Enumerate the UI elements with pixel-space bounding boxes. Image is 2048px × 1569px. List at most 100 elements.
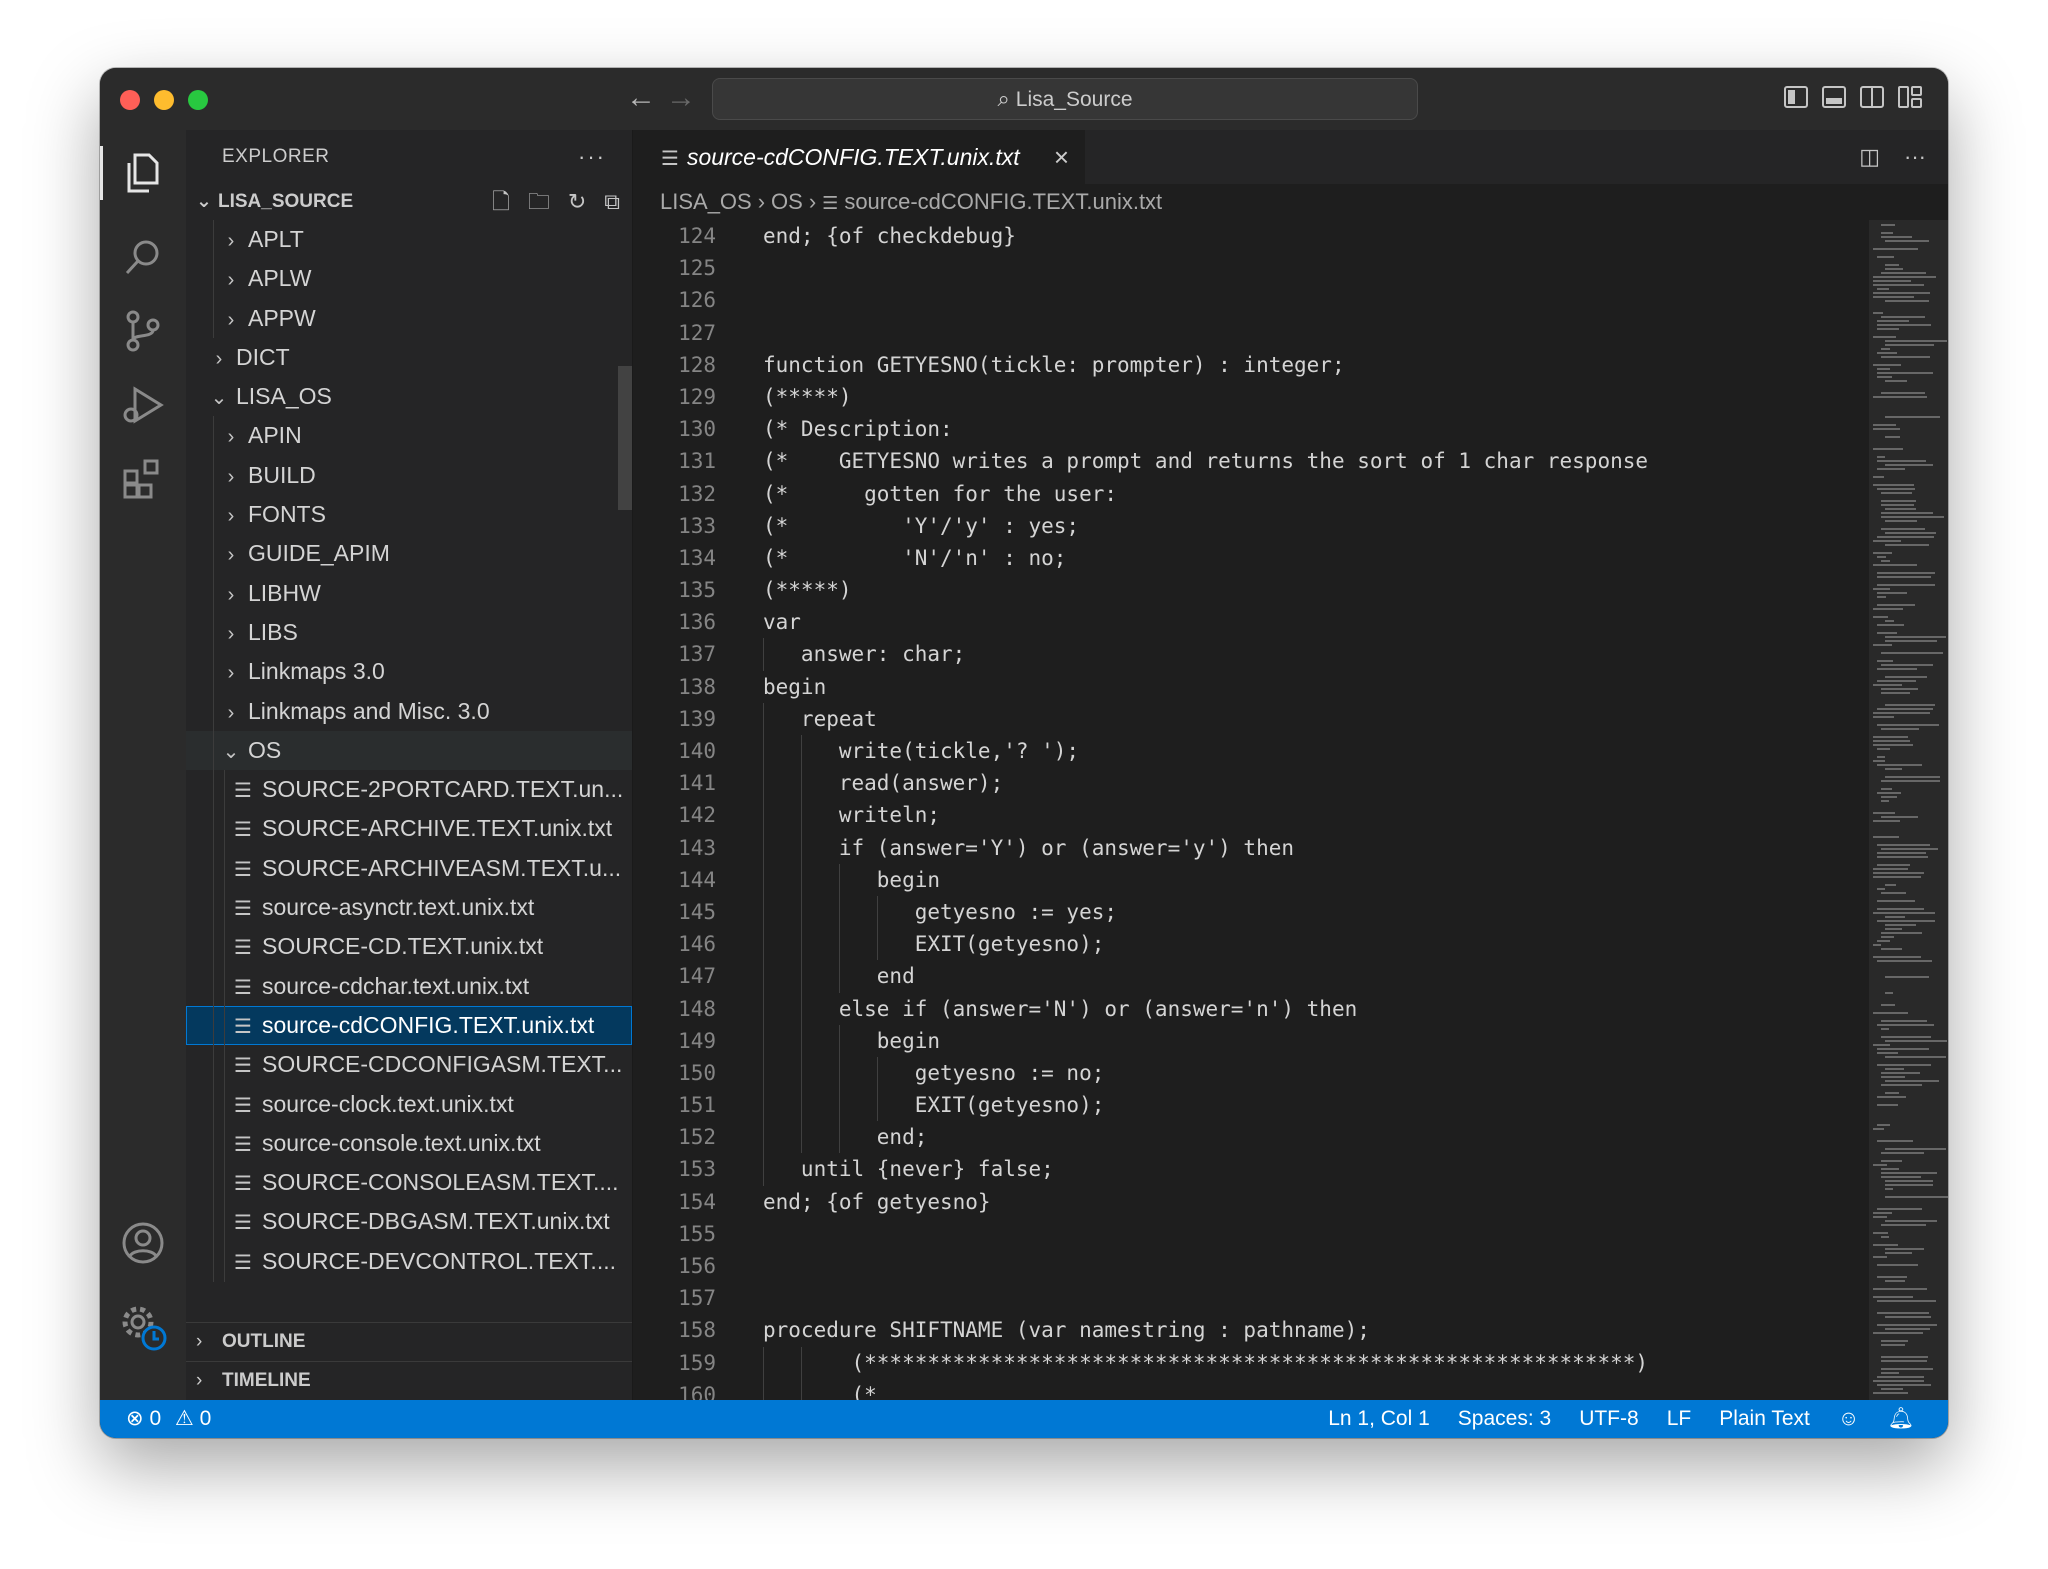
extensions-icon[interactable]: [100, 444, 186, 514]
language-mode[interactable]: Plain Text: [1719, 1400, 1810, 1438]
toggle-secondary-sidebar-icon[interactable]: [1860, 86, 1884, 108]
tree-file[interactable]: ☰ source-cdCONFIG.TEXT.unix.txt: [186, 1005, 632, 1046]
encoding[interactable]: UTF-8: [1579, 1400, 1639, 1438]
customize-layout-icon[interactable]: [1898, 86, 1922, 108]
tree-folder[interactable]: › APLT: [186, 220, 632, 260]
tree-folder[interactable]: › DICT: [186, 338, 632, 377]
feedback-icon[interactable]: ☺: [1838, 1400, 1859, 1438]
minimap[interactable]: [1869, 220, 1948, 1400]
tree-folder[interactable]: › LIBHW: [186, 573, 632, 613]
timeline-section[interactable]: › TIMELINE: [186, 1361, 632, 1399]
tree-folder[interactable]: › Linkmaps and Misc. 3.0: [186, 691, 632, 731]
close-window-button[interactable]: [120, 90, 140, 110]
tree-folder[interactable]: › APPW: [186, 298, 632, 338]
split-editor-icon[interactable]: ◫: [1859, 144, 1880, 170]
minimap-line: [1877, 1384, 1931, 1386]
code-line: 156: [633, 1250, 1868, 1282]
source-control-icon[interactable]: [100, 296, 186, 366]
tree-file[interactable]: ☰ SOURCE-CD.TEXT.unix.txt: [186, 927, 632, 967]
tree-file[interactable]: ☰ source-console.text.unix.txt: [186, 1123, 632, 1164]
go-forward-icon[interactable]: →: [666, 80, 696, 116]
collapse-all-icon[interactable]: ⧉: [604, 184, 620, 220]
breadcrumb-item[interactable]: OS: [771, 189, 803, 214]
chevron-right-icon: ›: [227, 505, 235, 528]
toggle-primary-sidebar-icon[interactable]: [1784, 86, 1808, 108]
breadcrumb-item[interactable]: LISA_OS: [660, 189, 752, 214]
tree-folder[interactable]: › Linkmaps 3.0: [186, 652, 632, 692]
run-and-debug-icon[interactable]: [100, 370, 186, 440]
code-text: repeat: [763, 706, 877, 731]
minimap-line: [1881, 848, 1938, 850]
line-number: 124: [678, 224, 716, 248]
tree-item-label: SOURCE-CONSOLEASM.TEXT....: [262, 1169, 619, 1196]
editor-more-actions-icon[interactable]: ···: [1904, 144, 1926, 170]
code-line: 129 (*****): [633, 381, 1868, 413]
minimap-line: [1881, 356, 1930, 358]
explorer-icon[interactable]: [100, 138, 186, 208]
tree-folder[interactable]: › APLW: [186, 259, 632, 299]
tree-folder[interactable]: › BUILD: [186, 455, 632, 496]
notifications-bell-icon[interactable]: 🔔︎: [1887, 1400, 1914, 1438]
toggle-panel-icon[interactable]: [1822, 86, 1846, 108]
go-back-icon[interactable]: ←: [626, 80, 656, 116]
tree-file[interactable]: ☰ SOURCE-ARCHIVEASM.TEXT.u...: [186, 848, 632, 889]
tree-file[interactable]: ☰ source-asynctr.text.unix.txt: [186, 888, 632, 928]
minimize-window-button[interactable]: [154, 90, 174, 110]
code-editor[interactable]: 124 end; {of checkdebug} 125 126 127 128 funct…: [633, 220, 1868, 1400]
workspace-root-label: LISA_SOURCE: [218, 191, 354, 212]
problems-indicator[interactable]: ⊗ 0 ⚠ 0: [126, 1400, 211, 1438]
search-view-icon[interactable]: [100, 222, 186, 292]
tree-file[interactable]: ☰ SOURCE-DEVCONTROL.TEXT....: [186, 1241, 632, 1282]
chevron-right-icon: ›: [227, 583, 235, 606]
tree-file[interactable]: ☰ SOURCE-ARCHIVE.TEXT.unix.txt: [186, 809, 632, 849]
zoom-window-button[interactable]: [188, 90, 208, 110]
refresh-icon[interactable]: ↻: [568, 184, 586, 220]
sidebar-scrollbar[interactable]: [618, 366, 632, 510]
command-center-search[interactable]: ⌕ Lisa_Source: [712, 78, 1418, 120]
breadcrumb-item[interactable]: source-cdCONFIG.TEXT.unix.txt: [844, 189, 1162, 214]
minimap-line: [1877, 680, 1916, 682]
tree-file[interactable]: ☰ SOURCE-CONSOLEASM.TEXT....: [186, 1163, 632, 1203]
new-folder-icon[interactable]: 🗀: [528, 184, 550, 220]
tree-file[interactable]: ☰ source-clock.text.unix.txt: [186, 1084, 632, 1124]
minimap-line: [1881, 232, 1893, 234]
tree-folder[interactable]: › APIN: [186, 416, 632, 456]
tree-item-label: SOURCE-CDCONFIGASM.TEXT...: [262, 1051, 623, 1078]
tree-folder[interactable]: ⌄ OS: [186, 730, 632, 771]
text-file-icon: ☰: [234, 858, 252, 881]
tree-file[interactable]: ☰ SOURCE-DBGASM.TEXT.unix.txt: [186, 1202, 632, 1242]
code-text: procedure SHIFTNAME (var namestring : pa…: [763, 1318, 1370, 1343]
workspace-root[interactable]: ⌄ LISA_SOURCE 🗋 🗀 ↻ ⧉: [186, 184, 632, 220]
code-line: 141 read(answer);: [633, 767, 1868, 800]
tab-source-cdconfig[interactable]: ☰ source-cdCONFIG.TEXT.unix.txt ×: [633, 130, 1085, 184]
tree-folder[interactable]: › FONTS: [186, 495, 632, 535]
file-tree: › APLT › APLW › APPW › DICT ⌄ LISA_OS › APIN › BUILD ›…: [186, 220, 632, 1282]
tree-file[interactable]: ☰SOURCE-DRIVERASM.TEXT.uni...: [186, 1281, 632, 1282]
line-number: 135: [678, 578, 716, 603]
tree-file[interactable]: ☰ source-cdchar.text.unix.txt: [186, 966, 632, 1006]
tree-file[interactable]: ☰ SOURCE-2PORTCARD.TEXT.un...: [186, 770, 632, 810]
tree-folder[interactable]: › GUIDE_APIM: [186, 534, 632, 574]
tree-file[interactable]: ☰ SOURCE-CDCONFIGASM.TEXT...: [186, 1045, 632, 1085]
minimap-line: [1881, 948, 1902, 950]
new-file-icon[interactable]: 🗋: [492, 184, 510, 220]
chevron-down-icon: ⌄: [196, 191, 212, 212]
minimap-line: [1881, 892, 1906, 894]
close-tab-icon[interactable]: ×: [1054, 130, 1069, 184]
explorer-more-actions-icon[interactable]: ···: [578, 130, 606, 184]
minimap-line: [1873, 716, 1894, 718]
minimap-line: [1881, 1020, 1927, 1022]
minimap-line: [1881, 1152, 1924, 1154]
manage-gear-icon[interactable]: [100, 1292, 186, 1362]
error-icon: ⊗: [126, 1407, 144, 1430]
accounts-icon[interactable]: [100, 1208, 186, 1278]
indentation[interactable]: Spaces: 3: [1458, 1400, 1551, 1438]
end-of-line[interactable]: LF: [1667, 1400, 1692, 1438]
cursor-position[interactable]: Ln 1, Col 1: [1328, 1400, 1430, 1438]
outline-section[interactable]: › OUTLINE: [186, 1322, 632, 1360]
minimap-line: [1877, 864, 1910, 866]
line-number: 149: [678, 1028, 716, 1053]
minimap-line: [1877, 288, 1889, 290]
tree-folder[interactable]: › LIBS: [186, 612, 632, 653]
tree-folder[interactable]: ⌄ LISA_OS: [186, 377, 632, 416]
